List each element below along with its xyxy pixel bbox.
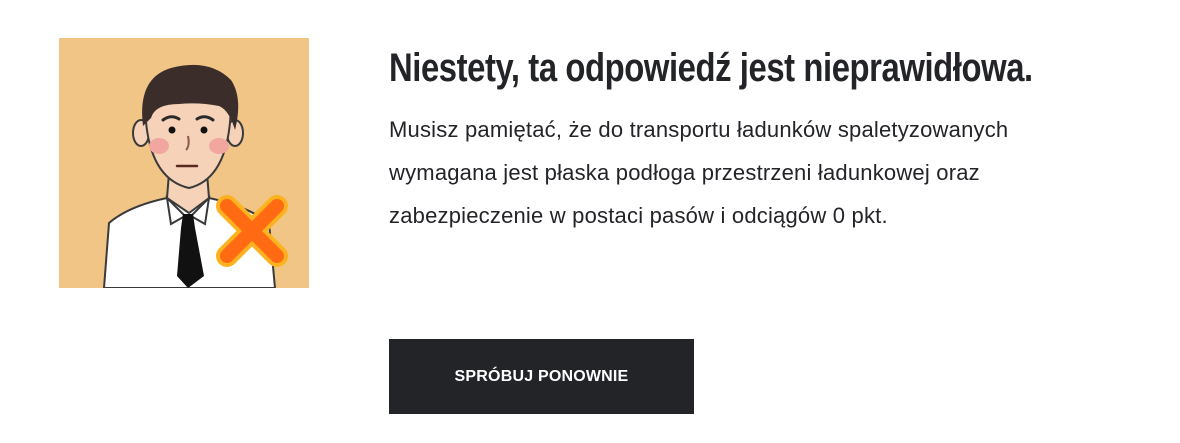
message-line: zabezpieczenie w postaci pasów i odciągó… (389, 203, 888, 228)
feedback-message: Musisz pamiętać, że do transportu ładunk… (389, 108, 1129, 237)
feedback-title: Niestety, ta odpowiedź jest nieprawidłow… (389, 46, 1033, 90)
retry-button[interactable]: SPRÓBUJ PONOWNIE (389, 339, 694, 414)
message-line: Musisz pamiętać, że do transportu ładunk… (389, 117, 1009, 142)
message-line: wymagana jest płaska podłoga przestrzeni… (389, 160, 980, 185)
feedback-panel: Niestety, ta odpowiedź jest nieprawidłow… (389, 40, 1149, 237)
sad-man-illustration (59, 38, 309, 288)
